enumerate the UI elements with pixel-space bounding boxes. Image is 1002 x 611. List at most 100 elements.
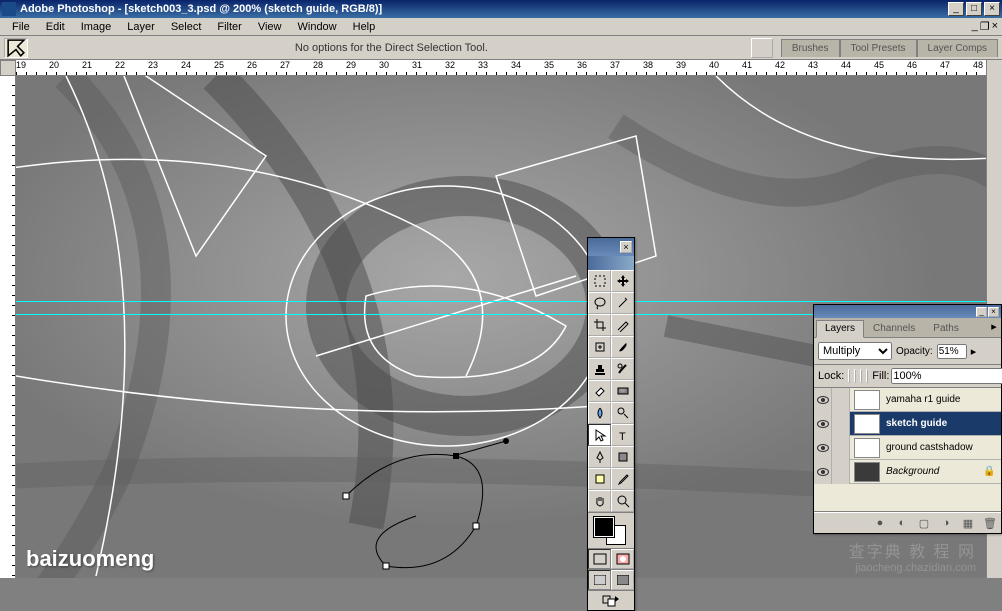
ruler-origin[interactable] <box>0 60 16 76</box>
lock-all-icon[interactable] <box>866 369 868 383</box>
tool-indicator[interactable] <box>4 38 28 58</box>
layer-row[interactable]: yamaha r1 guide <box>814 388 1001 412</box>
gradient-tool[interactable] <box>611 380 634 402</box>
pen-tool[interactable] <box>588 446 611 468</box>
opacity-input[interactable] <box>937 344 967 359</box>
jump-to-imageready[interactable] <box>588 590 634 610</box>
layer-name[interactable]: Background <box>884 466 983 477</box>
tab-channels[interactable]: Channels <box>864 320 924 337</box>
slice-tool[interactable] <box>611 314 634 336</box>
blend-mode-select[interactable]: Multiply <box>818 342 892 360</box>
menu-edit[interactable]: Edit <box>38 19 73 35</box>
lasso-tool[interactable] <box>588 292 611 314</box>
menu-layer[interactable]: Layer <box>119 19 163 35</box>
eyedropper-tool[interactable] <box>611 468 634 490</box>
doc-minimize-button[interactable]: _ <box>972 20 978 33</box>
lock-pixels-icon[interactable] <box>854 369 856 383</box>
eraser-tool[interactable] <box>588 380 611 402</box>
menu-help[interactable]: Help <box>345 19 384 35</box>
menu-view[interactable]: View <box>250 19 290 35</box>
doc-close-button[interactable]: × <box>992 20 998 33</box>
layer-row[interactable]: sketch guide <box>814 412 1001 436</box>
shape-tool[interactable] <box>611 446 634 468</box>
toolbox-header[interactable]: × <box>588 238 634 256</box>
color-swatches[interactable] <box>588 512 634 548</box>
tab-tool-presets[interactable]: Tool Presets <box>840 39 917 57</box>
layers-panel[interactable]: _ × Layers Channels Paths ▸ Multiply Opa… <box>813 304 1002 534</box>
visibility-toggle[interactable] <box>814 460 832 484</box>
layer-thumbnail[interactable] <box>854 438 880 458</box>
menu-bar: File Edit Image Layer Select Filter View… <box>0 18 1002 36</box>
tab-layer-comps[interactable]: Layer Comps <box>917 39 998 57</box>
menu-window[interactable]: Window <box>290 19 345 35</box>
link-toggle[interactable] <box>832 436 850 460</box>
link-toggle[interactable] <box>832 412 850 436</box>
visibility-toggle[interactable] <box>814 412 832 436</box>
horizontal-ruler[interactable]: 1920212223242526272829303132333435363738… <box>16 60 986 76</box>
link-toggle[interactable] <box>832 460 850 484</box>
delete-layer-icon[interactable]: 🗑 <box>982 516 998 530</box>
layer-style-icon[interactable]: ● <box>872 516 888 530</box>
menu-file[interactable]: File <box>4 19 38 35</box>
standard-mode[interactable] <box>588 549 611 569</box>
tab-paths[interactable]: Paths <box>924 320 968 337</box>
opacity-flyout-icon[interactable]: ▸ <box>971 345 977 358</box>
toolbox-panel[interactable]: × T <box>587 237 635 611</box>
layer-row[interactable]: Background🔒 <box>814 460 1001 484</box>
horizontal-guide[interactable] <box>16 301 986 302</box>
close-button[interactable]: × <box>984 2 1000 16</box>
dodge-tool[interactable] <box>611 402 634 424</box>
quickmask-mode[interactable] <box>611 549 634 569</box>
layer-thumbnail[interactable] <box>854 390 880 410</box>
notes-tool[interactable] <box>588 468 611 490</box>
stamp-tool[interactable] <box>588 358 611 380</box>
lock-transparency-icon[interactable] <box>848 369 850 383</box>
panel-close-icon[interactable]: × <box>988 307 999 317</box>
doc-restore-button[interactable]: ❐ <box>980 20 990 33</box>
adjustment-layer-icon[interactable]: ◑ <box>938 516 954 530</box>
visibility-toggle[interactable] <box>814 388 832 412</box>
move-tool[interactable] <box>611 270 634 292</box>
path-select-tool[interactable] <box>588 424 611 446</box>
type-tool[interactable]: T <box>611 424 634 446</box>
brush-tool[interactable] <box>611 336 634 358</box>
wand-tool[interactable] <box>611 292 634 314</box>
screen-standard[interactable] <box>588 570 611 590</box>
menu-select[interactable]: Select <box>163 19 210 35</box>
minimize-button[interactable]: _ <box>948 2 964 16</box>
panel-menu-icon[interactable]: ▸ <box>987 320 1001 337</box>
maximize-button[interactable]: □ <box>966 2 982 16</box>
panel-minimize-icon[interactable]: _ <box>976 307 987 317</box>
visibility-toggle[interactable] <box>814 436 832 460</box>
layer-set-icon[interactable]: ▢ <box>916 516 932 530</box>
tab-layers[interactable]: Layers <box>816 320 864 338</box>
panel-header[interactable]: _ × <box>814 305 1001 318</box>
layer-mask-icon[interactable]: ◐ <box>894 516 910 530</box>
layer-thumbnail[interactable] <box>854 414 880 434</box>
history-brush-tool[interactable] <box>611 358 634 380</box>
blur-tool[interactable] <box>588 402 611 424</box>
layer-name[interactable]: yamaha r1 guide <box>884 394 1001 405</box>
toolbox-close-icon[interactable]: × <box>620 241 632 253</box>
lock-position-icon[interactable] <box>860 369 862 383</box>
layer-row[interactable]: ground castshadow <box>814 436 1001 460</box>
zoom-tool[interactable] <box>611 490 634 512</box>
menu-image[interactable]: Image <box>73 19 120 35</box>
tab-brushes[interactable]: Brushes <box>781 39 840 57</box>
healing-tool[interactable] <box>588 336 611 358</box>
vertical-ruler[interactable] <box>0 76 16 578</box>
hand-tool[interactable] <box>588 490 611 512</box>
svg-text:T: T <box>619 431 626 442</box>
fill-input[interactable] <box>891 368 1002 384</box>
marquee-tool[interactable] <box>588 270 611 292</box>
screen-full-menu[interactable] <box>611 570 634 590</box>
palette-well-button[interactable] <box>751 38 773 58</box>
new-layer-icon[interactable]: ▦ <box>960 516 976 530</box>
layer-name[interactable]: sketch guide <box>884 418 1001 429</box>
layer-thumbnail[interactable] <box>854 462 880 482</box>
link-toggle[interactable] <box>832 388 850 412</box>
foreground-color[interactable] <box>594 517 614 537</box>
crop-tool[interactable] <box>588 314 611 336</box>
layer-name[interactable]: ground castshadow <box>884 442 1001 453</box>
menu-filter[interactable]: Filter <box>209 19 249 35</box>
